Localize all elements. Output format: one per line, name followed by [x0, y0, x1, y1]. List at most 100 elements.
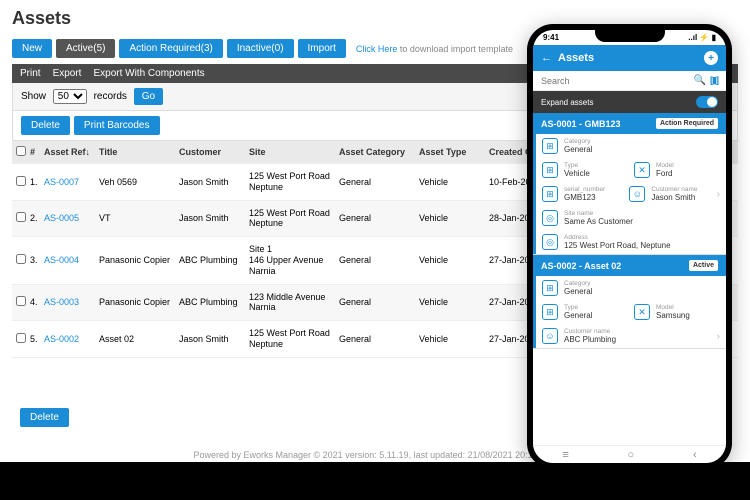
- cell-customer: Jason Smith: [179, 177, 249, 187]
- card-title: AS-0002 - Asset 02: [541, 261, 621, 271]
- chevron-right-icon[interactable]: ›: [717, 189, 720, 200]
- go-button[interactable]: Go: [134, 88, 163, 105]
- delete-button[interactable]: Delete: [21, 116, 70, 135]
- cell-category: General: [339, 255, 419, 265]
- action-required-filter-button[interactable]: Action Required(3): [119, 39, 222, 58]
- asset-ref-link[interactable]: AS-0005: [44, 213, 99, 223]
- cell-site: 125 West Port RoadNeptune: [249, 328, 339, 350]
- expand-toggle-row: Expand assets: [533, 91, 726, 113]
- category-icon: ⊞: [542, 280, 558, 296]
- cell-customer: Jason Smith: [179, 213, 249, 223]
- cell-site: Site 1146 Upper AvenueNarnia: [249, 244, 339, 276]
- row-checkbox[interactable]: [16, 212, 26, 222]
- status-badge: Active: [689, 260, 718, 271]
- site-icon: ◎: [542, 210, 558, 226]
- customer-icon: ☺: [542, 328, 558, 344]
- status-badge: Action Required: [656, 118, 718, 129]
- asset-ref-link[interactable]: AS-0002: [44, 334, 99, 344]
- expand-label: Expand assets: [541, 98, 593, 107]
- cell-customer: Jason Smith: [179, 334, 249, 344]
- cell-type: Vehicle: [419, 177, 489, 187]
- chevron-right-icon[interactable]: ›: [717, 331, 720, 342]
- back-nav-icon[interactable]: ‹: [693, 449, 697, 461]
- col-asset-ref[interactable]: Asset Ref↓: [44, 147, 99, 157]
- cell-customer: ABC Plumbing: [179, 255, 249, 265]
- status-time: 9:41: [543, 33, 559, 42]
- show-label: Show: [21, 91, 46, 102]
- app-title: Assets: [558, 52, 594, 64]
- status-icons: ..ıl ⚡ ▮: [688, 33, 716, 42]
- cell-type: Vehicle: [419, 255, 489, 265]
- cell-category: General: [339, 213, 419, 223]
- add-icon[interactable]: +: [704, 51, 718, 65]
- row-checkbox[interactable]: [16, 296, 26, 306]
- serial-icon: ⊞: [542, 186, 558, 202]
- print-barcodes-button[interactable]: Print Barcodes: [74, 116, 160, 135]
- type-icon: ⊞: [542, 162, 558, 178]
- category-icon: ⊞: [542, 138, 558, 154]
- barcode-scan-icon[interactable]: [▮]: [710, 75, 718, 86]
- cell-title: Panasonic Copier: [99, 255, 179, 265]
- row-index: 3.: [30, 255, 44, 265]
- export-components-link[interactable]: Export With Components: [93, 68, 204, 79]
- cell-title: Asset 02: [99, 334, 179, 344]
- cell-site: 125 West Port RoadNeptune: [249, 171, 339, 193]
- select-all-checkbox[interactable]: [16, 146, 26, 156]
- import-button[interactable]: Import: [298, 39, 346, 58]
- cell-category: General: [339, 334, 419, 344]
- asset-card: AS-0001 - GMB123 Action Required ⊞ Categ…: [533, 113, 726, 255]
- expand-toggle[interactable]: [696, 96, 718, 108]
- cell-type: Vehicle: [419, 213, 489, 223]
- recent-apps-icon[interactable]: ≡: [562, 449, 568, 461]
- col-type[interactable]: Asset Type: [419, 147, 489, 157]
- col-title[interactable]: Title: [99, 147, 179, 157]
- col-category[interactable]: Asset Category: [339, 147, 419, 157]
- address-icon: ◎: [542, 234, 558, 250]
- asset-ref-link[interactable]: AS-0007: [44, 177, 99, 187]
- cell-title: Veh 0569: [99, 177, 179, 187]
- asset-ref-link[interactable]: AS-0003: [44, 297, 99, 307]
- customer-icon: ☺: [629, 186, 645, 202]
- app-bar: ← Assets +: [533, 45, 726, 71]
- cell-category: General: [339, 177, 419, 187]
- cell-category: General: [339, 297, 419, 307]
- android-navbar: ≡ ○ ‹: [533, 445, 726, 463]
- card-title: AS-0001 - GMB123: [541, 119, 621, 129]
- search-bar: 🔍 [▮]: [533, 71, 726, 91]
- col-customer[interactable]: Customer: [179, 147, 249, 157]
- row-index: 1.: [30, 177, 44, 187]
- cell-customer: ABC Plumbing: [179, 297, 249, 307]
- cell-site: 125 West Port RoadNeptune: [249, 208, 339, 230]
- cell-type: Vehicle: [419, 334, 489, 344]
- home-icon[interactable]: ○: [628, 449, 635, 461]
- row-index: 2.: [30, 213, 44, 223]
- export-link[interactable]: Export: [53, 68, 82, 79]
- cell-title: Panasonic Copier: [99, 297, 179, 307]
- type-icon: ⊞: [542, 304, 558, 320]
- card-header[interactable]: AS-0001 - GMB123 Action Required: [533, 113, 726, 134]
- row-index: 4.: [30, 297, 44, 307]
- search-input[interactable]: [541, 76, 694, 86]
- row-index: 5.: [30, 334, 44, 344]
- page-size-select[interactable]: 50: [53, 89, 87, 104]
- card-header[interactable]: AS-0002 - Asset 02 Active: [533, 255, 726, 276]
- new-button[interactable]: New: [12, 39, 52, 58]
- delete-button-bottom[interactable]: Delete: [20, 408, 69, 427]
- row-checkbox[interactable]: [16, 176, 26, 186]
- row-checkbox[interactable]: [16, 254, 26, 264]
- print-link[interactable]: Print: [20, 68, 41, 79]
- inactive-filter-button[interactable]: Inactive(0): [227, 39, 294, 58]
- search-icon[interactable]: 🔍: [694, 75, 706, 86]
- active-filter-button[interactable]: Active(5): [56, 39, 115, 58]
- cell-site: 123 Middle AvenueNarnia: [249, 292, 339, 314]
- cell-title: VT: [99, 213, 179, 223]
- asset-ref-link[interactable]: AS-0004: [44, 255, 99, 265]
- phone-mockup: 9:41 ..ıl ⚡ ▮ ← Assets + 🔍 [▮] Expand as…: [527, 24, 732, 469]
- records-label: records: [94, 91, 127, 102]
- col-site[interactable]: Site: [249, 147, 339, 158]
- download-template-link[interactable]: Click Here to download import template: [356, 44, 513, 54]
- cell-type: Vehicle: [419, 297, 489, 307]
- model-icon: ✕: [634, 162, 650, 178]
- back-icon[interactable]: ←: [541, 52, 552, 64]
- row-checkbox[interactable]: [16, 333, 26, 343]
